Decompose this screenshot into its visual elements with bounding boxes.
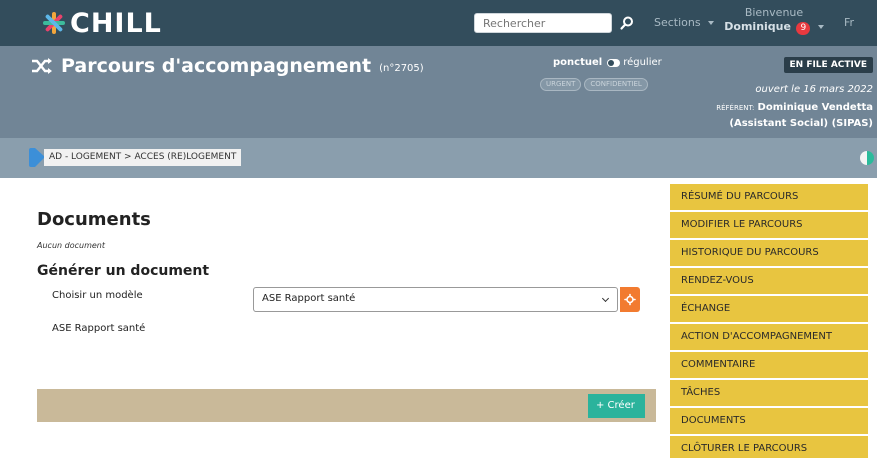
menu-item-tasks[interactable]: Tâches xyxy=(670,380,868,406)
logo-text: CHILL xyxy=(70,7,162,39)
menu-item-history[interactable]: Historique du parcours xyxy=(670,240,868,266)
urgent-tag[interactable]: URGENT xyxy=(540,78,582,91)
menu-item-close[interactable]: Clôturer le parcours xyxy=(670,436,868,458)
menu-item-comment[interactable]: Commentaire xyxy=(670,352,868,378)
search-button[interactable] xyxy=(618,14,636,32)
model-label: Choisir un modèle xyxy=(52,290,143,301)
flag-tags: URGENT CONFIDENTIEL xyxy=(540,78,648,91)
toggle-switch-icon[interactable] xyxy=(607,58,621,67)
menu-item-actions[interactable]: Action d'accompagnement xyxy=(670,324,868,350)
title-text: Parcours d'accompagnement xyxy=(61,55,372,77)
user-menu[interactable]: Bienvenue Dominique 9 xyxy=(724,6,824,35)
toggle-off-label: régulier xyxy=(623,57,662,68)
model-settings-button[interactable] xyxy=(620,287,640,312)
chill-logo[interactable]: CHILL xyxy=(42,6,162,40)
model-select[interactable]: ASE Rapport santé xyxy=(253,287,618,312)
referent-info: RÉFÉRENT: Dominique Vendetta (Assistant … xyxy=(673,100,873,131)
top-navbar: CHILL Sections Bienvenue Dominique 9 Fr xyxy=(0,0,877,46)
opened-date: ouvert le 16 mars 2022 xyxy=(755,84,873,95)
menu-item-exchange[interactable]: Échange xyxy=(670,296,868,322)
chill-logo-icon xyxy=(42,11,66,35)
chevron-down-icon xyxy=(601,294,610,303)
sections-menu[interactable]: Sections xyxy=(654,16,715,29)
menu-item-edit[interactable]: Modifier le parcours xyxy=(670,212,868,238)
template-name-text: ASE Rapport santé xyxy=(52,323,146,334)
search-input[interactable] xyxy=(474,13,612,33)
chevron-down-icon xyxy=(817,25,824,29)
chevron-down-icon xyxy=(708,21,715,25)
language-switch[interactable]: Fr xyxy=(844,16,854,29)
page-title: Parcours d'accompagnement (n°2705) xyxy=(31,55,424,77)
half-circle-icon xyxy=(860,151,874,165)
referent-label: RÉFÉRENT: xyxy=(716,104,755,112)
search-icon xyxy=(620,16,633,30)
empty-documents-text: Aucun document xyxy=(37,241,105,250)
intensity-toggle[interactable]: ponctuel régulier xyxy=(553,57,662,68)
model-select-value: ASE Rapport santé xyxy=(262,293,356,304)
course-menu: Résumé du parcours Modifier le parcours … xyxy=(670,184,868,458)
social-issue-label: AD - LOGEMENT > ACCES (RE)LOGEMENT xyxy=(44,149,242,166)
create-button[interactable]: + Créer xyxy=(588,394,645,418)
gear-icon xyxy=(624,293,636,306)
generate-heading: Générer un document xyxy=(37,263,210,279)
shuffle-icon xyxy=(32,58,52,74)
status-badge: EN FILE ACTIVE xyxy=(783,57,873,73)
menu-item-summary[interactable]: Résumé du parcours xyxy=(670,184,868,210)
notification-badge[interactable]: 9 xyxy=(796,22,811,35)
greeting-text: Bienvenue xyxy=(744,6,804,19)
confidential-tag[interactable]: CONFIDENTIEL xyxy=(584,78,648,91)
user-name: Dominique xyxy=(724,20,791,33)
toggle-on-label: ponctuel xyxy=(553,57,603,68)
sections-label: Sections xyxy=(654,16,701,29)
course-number: (n°2705) xyxy=(379,62,424,74)
documents-heading: Documents xyxy=(37,209,151,230)
course-banner: Parcours d'accompagnement (n°2705) ponct… xyxy=(0,46,877,138)
record-actions-bar xyxy=(37,389,656,422)
menu-item-documents[interactable]: Documents xyxy=(670,408,868,434)
menu-item-appointments[interactable]: Rendez-vous xyxy=(670,268,868,294)
